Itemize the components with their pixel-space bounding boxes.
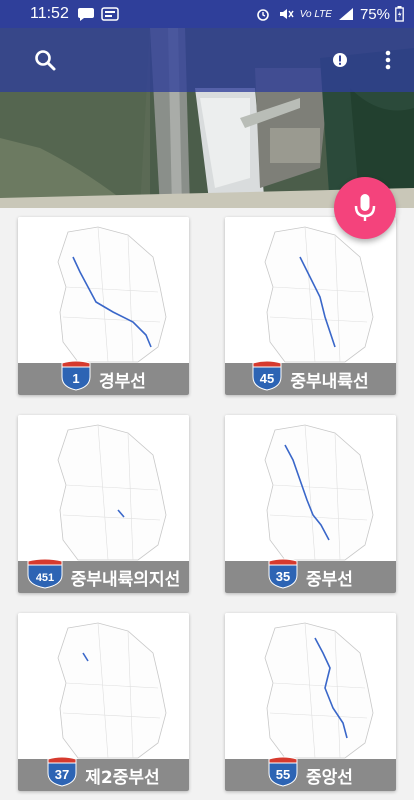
route-number: 55 [276,767,290,782]
route-label-bar: 35 중부선 [225,558,396,593]
route-card-1[interactable]: 1 경부선 [18,217,189,395]
route-label-bar: 451 중부내륙의지선 [18,558,189,593]
route-number: 37 [55,767,69,782]
route-card-45[interactable]: 45 중부내륙선 [225,217,396,395]
message-icon [77,8,94,21]
route-name: 경부선 [99,371,146,392]
highway-shield-icon: 37 [47,756,77,787]
highway-shield-icon: 451 [27,558,63,589]
route-label-bar: 37 제2중부선 [18,756,189,791]
app-notification-icon [101,7,119,21]
highway-shield-icon: 35 [268,558,298,589]
route-name: 중앙선 [306,767,353,788]
route-number: 45 [260,371,274,386]
status-bar: 11:52 Vo LTE 75% [0,0,414,28]
highway-shield-icon: 45 [252,360,282,391]
route-card-451[interactable]: 451 중부내륙의지선 [18,415,189,593]
toolbar [0,28,414,92]
route-label-bar: 45 중부내륙선 [225,360,396,395]
route-number: 1 [72,371,79,386]
search-button[interactable] [27,42,63,78]
mic-icon [354,194,376,221]
route-name: 중부내륙의지선 [70,569,181,590]
alert-circle-icon [333,53,347,67]
mute-icon [279,9,294,19]
route-name: 중부선 [306,569,353,590]
route-card-55[interactable]: 55 중앙선 [225,613,396,791]
signal-icon [338,8,353,20]
route-label-bar: 1 경부선 [18,360,189,395]
info-button[interactable] [322,42,358,78]
route-label-bar: 55 중앙선 [225,756,396,791]
route-map-thumbnail [225,613,396,761]
route-name: 중부내륙선 [290,371,369,392]
more-vert-icon [385,50,391,70]
route-map-thumbnail [225,217,396,365]
alarm-icon [256,9,269,21]
status-time: 11:52 [30,5,69,22]
more-options-button[interactable] [370,42,406,78]
network-label: Vo LTE [299,8,332,20]
route-map-thumbnail [225,415,396,563]
route-map-thumbnail [18,613,189,761]
notification-icons [77,7,119,21]
route-number: 451 [36,572,54,584]
route-number: 35 [276,569,290,584]
route-map-thumbnail [18,415,189,563]
battery-icon [395,6,404,22]
route-card-37[interactable]: 37 제2중부선 [18,613,189,791]
battery-level: 75% [359,5,390,23]
highway-shield-icon: 1 [61,360,91,391]
search-icon [35,50,56,71]
route-card-35[interactable]: 35 중부선 [225,415,396,593]
status-right: Vo LTE 75% [254,6,404,23]
route-name: 제2중부선 [85,767,160,788]
voice-search-fab[interactable] [334,177,396,239]
route-map-thumbnail [18,217,189,365]
app-screen: 11:52 Vo LTE 75% 1 경부선 45 중부내륙선 451 중부내륙… [0,0,414,800]
highway-shield-icon: 55 [268,756,298,787]
